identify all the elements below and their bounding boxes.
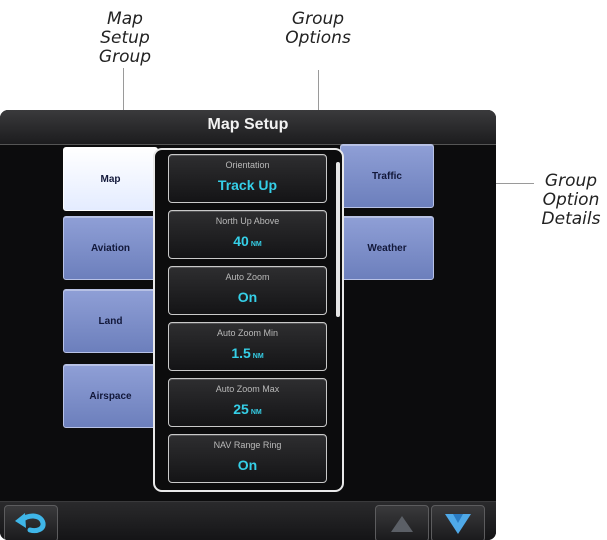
tab-traffic[interactable]: Traffic	[340, 144, 434, 208]
tab-label: Airspace	[89, 390, 132, 402]
tab-map[interactable]: Map	[63, 147, 158, 211]
option-label: Auto Zoom Min	[216, 328, 279, 338]
tab-label: Land	[98, 315, 123, 327]
auto-zoom-max-button[interactable]: Auto Zoom Max 25 NM	[168, 378, 327, 427]
option-label: Auto Zoom Max	[215, 384, 280, 394]
group-options-panel: Orientation Track Up North Up Above 40 NM…	[153, 148, 344, 492]
auto-zoom-min-button[interactable]: Auto Zoom Min 1.5 NM	[168, 322, 327, 371]
scroll-down-button[interactable]	[431, 505, 485, 540]
tab-label: Aviation	[90, 242, 131, 254]
option-value: On	[237, 289, 258, 305]
option-label: Auto Zoom	[225, 272, 270, 282]
tab-weather[interactable]: Weather	[340, 216, 434, 280]
scroll-down-icon	[445, 513, 471, 534]
orientation-button[interactable]: Orientation Track Up	[168, 154, 327, 203]
option-value: Track Up	[217, 177, 278, 193]
option-value: 25 NM	[233, 401, 262, 417]
scroll-up-icon	[391, 515, 413, 532]
unit-label: NM	[250, 241, 262, 248]
title-bar: Map Setup	[0, 110, 496, 145]
north-up-above-button[interactable]: North Up Above 40 NM	[168, 210, 327, 259]
scroll-up-button[interactable]	[375, 505, 429, 540]
callout-group-option-details: Group Option Details	[541, 171, 601, 229]
option-label: North Up Above	[215, 216, 280, 226]
device-screen: Map Setup Map Aviation Land Airspace Tra…	[0, 110, 496, 540]
unit-label: NM	[252, 353, 264, 360]
page-title: Map Setup	[207, 116, 289, 133]
option-value: 40 NM	[233, 233, 262, 249]
tab-label: Map	[100, 173, 121, 185]
callout-group-options: Group Options	[285, 9, 351, 48]
auto-zoom-button[interactable]: Auto Zoom On	[168, 266, 327, 315]
callout-map-setup-group: Map Setup Group	[98, 9, 152, 67]
tab-airspace[interactable]: Airspace	[63, 364, 158, 428]
tab-label: Traffic	[371, 170, 402, 182]
option-label: NAV Range Ring	[213, 440, 282, 450]
tab-aviation[interactable]: Aviation	[63, 216, 158, 280]
option-label: Orientation	[225, 160, 270, 170]
tab-label: Weather	[367, 242, 407, 254]
tab-land[interactable]: Land	[63, 289, 158, 353]
back-icon	[15, 512, 46, 533]
nav-range-ring-button[interactable]: NAV Range Ring On	[168, 434, 327, 483]
option-value: 1.5 NM	[231, 345, 264, 361]
scrollbar[interactable]	[336, 162, 340, 317]
option-value: On	[237, 457, 258, 473]
bottom-bar	[0, 501, 496, 540]
unit-label: NM	[250, 409, 262, 416]
back-button[interactable]	[4, 505, 58, 540]
